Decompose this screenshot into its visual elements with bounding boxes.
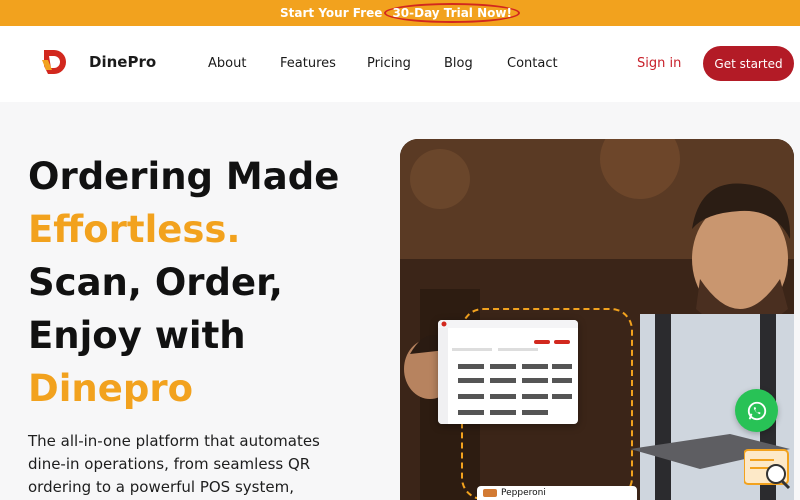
brand-logo[interactable]: DinePro xyxy=(40,46,156,78)
hero-line-2: Effortless. xyxy=(28,208,241,251)
hero-title: Ordering Made Effortless. Scan, Order, E… xyxy=(28,150,339,415)
promo-highlight[interactable]: 30-Day Trial Now! xyxy=(384,3,520,23)
dinepro-logo-icon xyxy=(42,50,66,74)
chat-search-icon xyxy=(743,449,791,490)
hero-line-3: Scan, Order, xyxy=(28,261,283,304)
hero-description: The all-in-one platform that automates d… xyxy=(28,432,320,496)
chat-search-button[interactable] xyxy=(743,446,792,492)
nav-contact[interactable]: Contact xyxy=(507,56,558,71)
nav-blog[interactable]: Blog xyxy=(444,56,473,71)
signin-link[interactable]: Sign in xyxy=(637,56,681,71)
nav-pricing[interactable]: Pricing xyxy=(367,56,411,71)
food-thumbnail xyxy=(483,489,497,497)
brand-name: DinePro xyxy=(89,53,157,71)
menu-item-card: Pepperoni xyxy=(477,486,637,500)
dashboard-preview xyxy=(438,320,578,424)
promo-text: Start Your Free xyxy=(280,6,383,20)
menu-item-name: Pepperoni xyxy=(501,488,546,498)
whatsapp-icon xyxy=(747,401,766,420)
get-started-button[interactable]: Get started xyxy=(703,46,794,81)
navbar: DinePro About Features Pricing Blog Cont… xyxy=(0,26,800,102)
hero-line-1: Ordering Made xyxy=(28,155,340,198)
promo-banner[interactable]: Start Your Free 30-Day Trial Now! xyxy=(0,0,800,26)
hero-line-4: Enjoy with xyxy=(28,314,246,357)
hero-line-5: Dinepro xyxy=(28,367,193,410)
whatsapp-button[interactable] xyxy=(735,389,778,432)
dashboard-mock xyxy=(438,320,578,424)
nav-features[interactable]: Features xyxy=(280,56,336,71)
nav-about[interactable]: About xyxy=(208,56,246,71)
